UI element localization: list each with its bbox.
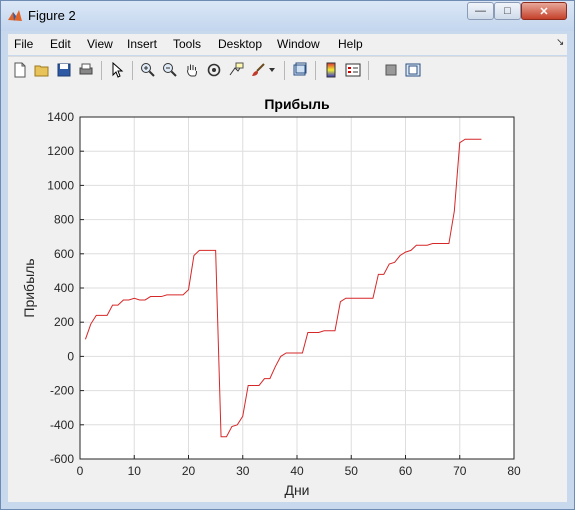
- link-plot-icon[interactable]: [291, 61, 309, 79]
- y-tick-label: 1000: [47, 178, 74, 192]
- brush-icon[interactable]: [249, 61, 267, 79]
- menu-bar: File Edit View Insert Tools Desktop Wind…: [8, 34, 567, 55]
- y-tick-label: -600: [50, 452, 74, 466]
- menu-view[interactable]: View: [87, 37, 113, 51]
- show-plot-tools-icon[interactable]: [404, 61, 422, 79]
- zoom-out-icon[interactable]: [161, 61, 179, 79]
- y-tick-label: 200: [54, 315, 74, 329]
- data-cursor-icon[interactable]: [227, 61, 245, 79]
- chevron-down-icon[interactable]: [267, 61, 277, 79]
- edit-plot-arrow-icon[interactable]: [108, 61, 126, 79]
- x-tick-label: 70: [453, 464, 467, 478]
- x-axis-label: Дни: [284, 482, 309, 498]
- menu-file[interactable]: File: [14, 37, 33, 51]
- profit-chart[interactable]: 0 10 20 30 40 50 60 70 80 -600 -400 -200 0 200 400 600 8…: [8, 85, 567, 502]
- open-file-icon[interactable]: [33, 61, 51, 79]
- y-tick-label: 800: [54, 213, 74, 227]
- insert-colorbar-icon[interactable]: [322, 61, 340, 79]
- pan-hand-icon[interactable]: [183, 61, 201, 79]
- print-icon[interactable]: [77, 61, 95, 79]
- close-button[interactable]: ✕: [521, 2, 567, 20]
- rotate-3d-icon[interactable]: [205, 61, 223, 79]
- figure-window: Figure 2 — □ ✕ File Edit View Insert Too…: [0, 0, 575, 510]
- window-title: Figure 2: [28, 8, 76, 23]
- title-bar[interactable]: Figure 2 — □ ✕: [1, 1, 574, 31]
- menu-desktop[interactable]: Desktop: [218, 37, 262, 51]
- x-tick-label: 50: [345, 464, 359, 478]
- y-tick-label: -400: [50, 418, 74, 432]
- maximize-button[interactable]: □: [494, 2, 521, 20]
- menu-insert[interactable]: Insert: [127, 37, 157, 51]
- menu-tools[interactable]: Tools: [173, 37, 201, 51]
- insert-legend-icon[interactable]: [344, 61, 362, 79]
- menu-edit[interactable]: Edit: [50, 37, 71, 51]
- x-tick-label: 40: [290, 464, 304, 478]
- toolbar: [8, 56, 567, 86]
- y-axis-label: Прибыль: [21, 258, 37, 317]
- save-icon[interactable]: [55, 61, 73, 79]
- y-tick-label: 1200: [47, 144, 74, 158]
- x-tick-label: 0: [77, 464, 84, 478]
- figure-area: 0 10 20 30 40 50 60 70 80 -600 -400 -200 0 200 400 600 8…: [8, 85, 567, 502]
- hide-plot-tools-icon[interactable]: [382, 61, 400, 79]
- y-tick-label: 400: [54, 281, 74, 295]
- menu-window[interactable]: Window: [277, 37, 320, 51]
- chart-title: Прибыль: [264, 96, 330, 112]
- x-tick-label: 20: [182, 464, 196, 478]
- dock-arrow-icon[interactable]: ↘: [556, 37, 564, 48]
- x-tick-label: 30: [236, 464, 250, 478]
- x-tick-label: 60: [399, 464, 413, 478]
- new-figure-icon[interactable]: [11, 61, 29, 79]
- x-tick-label: 80: [507, 464, 521, 478]
- y-tick-label: 1400: [47, 110, 74, 124]
- minimize-button[interactable]: —: [467, 2, 494, 20]
- y-tick-label: 600: [54, 247, 74, 261]
- zoom-in-icon[interactable]: [139, 61, 157, 79]
- y-tick-label: -200: [50, 384, 74, 398]
- menu-help[interactable]: Help: [338, 37, 363, 51]
- y-tick-label: 0: [67, 349, 74, 363]
- matlab-logo-icon: [7, 8, 23, 24]
- x-tick-label: 10: [128, 464, 142, 478]
